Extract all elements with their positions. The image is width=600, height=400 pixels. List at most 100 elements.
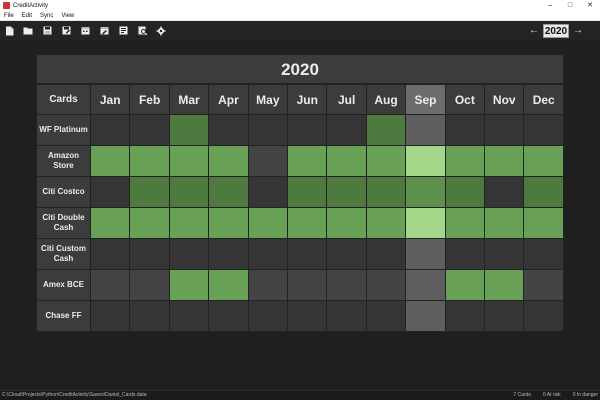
month-header-nov[interactable]: Nov bbox=[484, 84, 525, 115]
activity-cell-jan[interactable] bbox=[89, 238, 131, 270]
month-header-jan[interactable]: Jan bbox=[89, 84, 131, 115]
activity-cell-feb[interactable] bbox=[129, 176, 170, 208]
report-icon[interactable] bbox=[118, 26, 128, 36]
activity-cell-feb[interactable] bbox=[129, 269, 170, 301]
month-header-mar[interactable]: Mar bbox=[168, 84, 210, 115]
activity-cell-jun[interactable] bbox=[287, 269, 328, 301]
activity-cell-oct[interactable] bbox=[444, 269, 486, 301]
month-header-apr[interactable]: Apr bbox=[208, 84, 249, 115]
activity-cell-jun[interactable] bbox=[287, 114, 328, 146]
activity-cell-may[interactable] bbox=[247, 238, 289, 270]
activity-cell-dec[interactable] bbox=[523, 176, 564, 208]
activity-cell-oct[interactable] bbox=[444, 238, 486, 270]
activity-cell-sep[interactable] bbox=[405, 145, 446, 177]
activity-cell-jun[interactable] bbox=[287, 207, 328, 239]
activity-cell-mar[interactable] bbox=[168, 300, 210, 332]
month-header-may[interactable]: May bbox=[247, 84, 289, 115]
settings-icon[interactable] bbox=[156, 26, 166, 36]
activity-cell-mar[interactable] bbox=[168, 238, 210, 270]
activity-cell-sep[interactable] bbox=[405, 176, 446, 208]
activity-cell-jul[interactable] bbox=[326, 176, 367, 208]
activity-cell-apr[interactable] bbox=[208, 114, 249, 146]
activity-cell-jan[interactable] bbox=[89, 145, 131, 177]
activity-cell-nov[interactable] bbox=[484, 145, 525, 177]
activity-cell-aug[interactable] bbox=[365, 207, 407, 239]
month-header-oct[interactable]: Oct bbox=[444, 84, 486, 115]
activity-cell-sep[interactable] bbox=[405, 300, 446, 332]
search-report-icon[interactable] bbox=[137, 26, 147, 36]
activity-cell-jul[interactable] bbox=[326, 269, 367, 301]
activity-cell-jan[interactable] bbox=[89, 207, 131, 239]
activity-cell-apr[interactable] bbox=[208, 207, 249, 239]
month-header-dec[interactable]: Dec bbox=[523, 84, 564, 115]
open-folder-icon[interactable] bbox=[23, 26, 33, 36]
menu-file[interactable]: File bbox=[0, 13, 18, 19]
activity-cell-nov[interactable] bbox=[484, 238, 525, 270]
activity-cell-jan[interactable] bbox=[89, 300, 131, 332]
month-header-sep[interactable]: Sep bbox=[405, 84, 446, 115]
activity-cell-mar[interactable] bbox=[168, 176, 210, 208]
activity-cell-jul[interactable] bbox=[326, 145, 367, 177]
activity-cell-jun[interactable] bbox=[287, 300, 328, 332]
menu-sync[interactable]: Sync bbox=[36, 13, 57, 19]
activity-cell-apr[interactable] bbox=[208, 300, 249, 332]
activity-cell-sep[interactable] bbox=[405, 207, 446, 239]
activity-cell-jul[interactable] bbox=[326, 207, 367, 239]
activity-cell-mar[interactable] bbox=[168, 145, 210, 177]
close-button[interactable]: ✕ bbox=[580, 0, 600, 11]
activity-cell-dec[interactable] bbox=[523, 145, 564, 177]
month-header-jul[interactable]: Jul bbox=[326, 84, 367, 115]
activity-cell-feb[interactable] bbox=[129, 114, 170, 146]
activity-cell-nov[interactable] bbox=[484, 269, 525, 301]
activity-cell-may[interactable] bbox=[247, 269, 289, 301]
next-year-arrow-icon[interactable]: → bbox=[572, 25, 584, 36]
activity-cell-oct[interactable] bbox=[444, 145, 486, 177]
activity-cell-jul[interactable] bbox=[326, 238, 367, 270]
year-field[interactable]: 2020 bbox=[543, 23, 569, 38]
activity-cell-oct[interactable] bbox=[444, 114, 486, 146]
activity-cell-nov[interactable] bbox=[484, 300, 525, 332]
activity-cell-nov[interactable] bbox=[484, 207, 525, 239]
previous-year-arrow-icon[interactable]: ← bbox=[528, 25, 540, 36]
activity-cell-may[interactable] bbox=[247, 114, 289, 146]
activity-cell-may[interactable] bbox=[247, 207, 289, 239]
activity-cell-sep[interactable] bbox=[405, 269, 446, 301]
activity-cell-aug[interactable] bbox=[365, 114, 407, 146]
activity-cell-dec[interactable] bbox=[523, 269, 564, 301]
activity-cell-aug[interactable] bbox=[365, 269, 407, 301]
activity-cell-oct[interactable] bbox=[444, 300, 486, 332]
activity-cell-feb[interactable] bbox=[129, 145, 170, 177]
activity-cell-jan[interactable] bbox=[89, 176, 131, 208]
activity-cell-feb[interactable] bbox=[129, 300, 170, 332]
activity-cell-apr[interactable] bbox=[208, 145, 249, 177]
save-as-icon[interactable] bbox=[61, 26, 71, 36]
month-header-feb[interactable]: Feb bbox=[129, 84, 170, 115]
activity-cell-dec[interactable] bbox=[523, 238, 564, 270]
activity-cell-sep[interactable] bbox=[405, 238, 446, 270]
activity-cell-feb[interactable] bbox=[129, 238, 170, 270]
activity-cell-may[interactable] bbox=[247, 176, 289, 208]
activity-cell-mar[interactable] bbox=[168, 114, 210, 146]
activity-cell-jul[interactable] bbox=[326, 114, 367, 146]
maximize-button[interactable]: □ bbox=[560, 0, 580, 11]
activity-cell-aug[interactable] bbox=[365, 300, 407, 332]
activity-cell-jun[interactable] bbox=[287, 145, 328, 177]
activity-cell-apr[interactable] bbox=[208, 176, 249, 208]
month-header-jun[interactable]: Jun bbox=[287, 84, 328, 115]
month-header-aug[interactable]: Aug bbox=[365, 84, 407, 115]
activity-cell-apr[interactable] bbox=[208, 269, 249, 301]
activity-cell-oct[interactable] bbox=[444, 176, 486, 208]
activity-cell-jan[interactable] bbox=[89, 114, 131, 146]
activity-cell-mar[interactable] bbox=[168, 207, 210, 239]
activity-cell-feb[interactable] bbox=[129, 207, 170, 239]
new-file-icon[interactable] bbox=[4, 26, 14, 36]
activity-cell-oct[interactable] bbox=[444, 207, 486, 239]
activity-cell-aug[interactable] bbox=[365, 176, 407, 208]
menu-view[interactable]: View bbox=[57, 13, 78, 19]
activity-cell-aug[interactable] bbox=[365, 145, 407, 177]
activity-cell-nov[interactable] bbox=[484, 114, 525, 146]
menu-edit[interactable]: Edit bbox=[18, 13, 36, 19]
activity-cell-may[interactable] bbox=[247, 300, 289, 332]
activity-cell-nov[interactable] bbox=[484, 176, 525, 208]
activity-cell-jan[interactable] bbox=[89, 269, 131, 301]
